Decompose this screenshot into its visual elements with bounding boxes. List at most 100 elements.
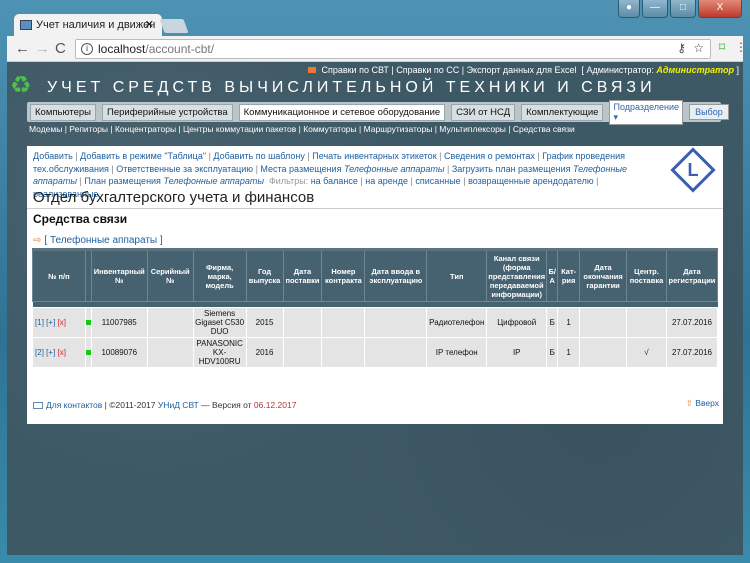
- col-model[interactable]: Фирма, марка, модель: [192, 249, 247, 302]
- col-channel[interactable]: Канал связи (форма представления передав…: [486, 249, 548, 302]
- info-icon[interactable]: i: [81, 43, 93, 55]
- reload-icon[interactable]: C: [55, 40, 66, 57]
- col-registration[interactable]: Дата регистрации: [665, 249, 719, 302]
- version-date: 06.12.2017: [253, 400, 297, 410]
- places-category: Телефонные аппараты: [343, 163, 445, 174]
- contacts-link[interactable]: Для контактов: [46, 400, 102, 410]
- filter-written-off[interactable]: списанные: [415, 176, 460, 186]
- edit-link[interactable]: [1]: [35, 318, 44, 327]
- cell-type: Радиотелефон: [426, 307, 488, 338]
- star-icon[interactable]: ☆: [693, 41, 704, 55]
- submenu-routers[interactable]: Маршрутизаторы: [364, 124, 433, 134]
- submenu-comm-means[interactable]: Средства связи: [513, 124, 575, 134]
- admin-name[interactable]: Администратор: [656, 65, 734, 75]
- minimize-button[interactable]: —: [642, 0, 668, 18]
- places-label: Места размещения: [260, 163, 342, 174]
- department-select-value: Подразделение: [613, 101, 680, 112]
- link-ss-reports[interactable]: Справки по СС: [396, 65, 459, 75]
- submenu-packet-switching[interactable]: Центры коммутации пакетов: [183, 124, 296, 134]
- submenu-repeaters[interactable]: Репиторы: [69, 124, 108, 134]
- department-title: Отдел бухгалтерского учета и финансов: [33, 189, 315, 206]
- upload-plan-label: Загрузить план размещения: [451, 163, 571, 174]
- section-title: Средства связи: [33, 212, 128, 226]
- add-table-link[interactable]: Добавить в режиме "Таблица": [80, 151, 206, 161]
- places-link[interactable]: Места размещения Телефонные аппараты: [260, 164, 444, 174]
- link-svt-reports[interactable]: Справки по СВТ: [321, 65, 388, 75]
- menu-szi[interactable]: СЗИ от НСД: [451, 103, 516, 121]
- new-tab-button[interactable]: [159, 19, 189, 33]
- page: Справки по СВТ | Справки по СС | Экспорт…: [7, 62, 743, 555]
- maximize-button[interactable]: □: [670, 0, 696, 18]
- filters-label: Фильтры:: [268, 176, 309, 186]
- menu-components[interactable]: Комплектующие: [521, 103, 604, 121]
- submenu-modems[interactable]: Модемы: [29, 124, 62, 134]
- delete-link[interactable]: [x]: [58, 348, 66, 357]
- col-warranty[interactable]: Дата окончания гарантии: [579, 249, 628, 302]
- add-link[interactable]: Добавить: [33, 151, 73, 161]
- window-controls: ● — □ X: [618, 0, 742, 18]
- repairs-link[interactable]: Сведения о ремонтах: [444, 151, 535, 161]
- col-type[interactable]: Тип: [426, 249, 488, 302]
- add-template-link[interactable]: Добавить по шаблону: [213, 151, 304, 161]
- col-num[interactable]: № п/п: [32, 249, 86, 302]
- delete-link[interactable]: [x]: [58, 318, 66, 327]
- forward-icon[interactable]: →: [35, 40, 50, 57]
- filter-returned[interactable]: возвращенные арендодателю: [468, 176, 594, 186]
- cell-registration: 27.07.2016: [665, 337, 719, 368]
- col-delivery[interactable]: Дата поставки: [282, 249, 323, 302]
- key-icon[interactable]: ⚷: [677, 41, 686, 55]
- link-excel-export[interactable]: Экспорт данных для Excel: [467, 65, 577, 75]
- browser-tab[interactable]: Учет наличия и движен ✕: [14, 14, 162, 36]
- menu-icon[interactable]: ⋮: [735, 40, 747, 54]
- org-link[interactable]: УНиД СВТ: [158, 400, 199, 410]
- scroll-top-link[interactable]: ⇧ Вверх: [686, 398, 719, 409]
- print-labels-link[interactable]: Печать инвентарных этикеток: [312, 151, 436, 161]
- close-window-button[interactable]: X: [698, 0, 742, 18]
- menu-peripherals[interactable]: Периферийные устройства: [102, 103, 233, 121]
- row-number: 1: [37, 318, 42, 327]
- address-bar[interactable]: i localhost/account-cbt/ ⚷ ☆: [75, 39, 711, 59]
- scroll-top-label: Вверх: [695, 398, 719, 408]
- recycle-logo-icon: ♻: [10, 72, 32, 99]
- menu-computers[interactable]: Компьютеры: [30, 103, 96, 121]
- col-central[interactable]: Центр. поставка: [626, 249, 667, 302]
- group-link[interactable]: ⇨[ Телефонные аппараты ]: [33, 235, 163, 246]
- submenu-multiplexers[interactable]: Мультиплексоры: [439, 124, 506, 134]
- select-button[interactable]: Выбор: [689, 104, 729, 120]
- cell-ba: Б: [546, 307, 559, 338]
- cell-registration: 27.07.2016: [665, 307, 719, 338]
- col-ba[interactable]: Б/А: [546, 249, 559, 302]
- cast-icon[interactable]: ⌑: [719, 40, 725, 54]
- cell-model: Siemens Gigaset C530 DUO: [192, 307, 247, 338]
- edit-link[interactable]: [2]: [35, 348, 44, 357]
- copy-label: +: [48, 318, 54, 327]
- col-serial[interactable]: Серийный №: [146, 249, 194, 302]
- filter-on-balance[interactable]: на балансе: [311, 176, 358, 186]
- cell-delivery: [282, 337, 323, 368]
- equipment-table: № п/п Инвентарный № Серийный № Фирма, ма…: [32, 248, 719, 368]
- submenu-switches[interactable]: Коммутаторы: [303, 124, 356, 134]
- cell-model: PANASONIC KX-HDV100RU: [192, 337, 247, 368]
- user-icon[interactable]: ●: [618, 0, 640, 18]
- col-year[interactable]: Год выпуска: [245, 249, 284, 302]
- submenu-hubs[interactable]: Концентраторы: [115, 124, 176, 134]
- copy-link[interactable]: [+]: [46, 348, 55, 357]
- close-tab-icon[interactable]: ✕: [145, 18, 154, 31]
- plan-link[interactable]: План размещения Телефонные аппараты: [84, 176, 264, 186]
- col-contract[interactable]: Номер контракта: [321, 249, 366, 302]
- menu-network-equipment[interactable]: Коммуникационное и сетевое оборудование: [238, 103, 446, 121]
- responsible-link[interactable]: Ответственные за эксплуатацию: [116, 164, 253, 174]
- cell-delivery: [282, 307, 323, 338]
- cell-warranty: [579, 307, 628, 338]
- mail-icon: [33, 402, 43, 410]
- back-icon[interactable]: ←: [15, 40, 30, 57]
- col-commission[interactable]: Дата ввода в эксплуатацию: [364, 249, 428, 302]
- department-select[interactable]: Подразделение ▾: [609, 99, 684, 125]
- row-number: 2: [37, 348, 42, 357]
- row-actions: [2] [+] [x]: [32, 337, 86, 368]
- top-links: Справки по СВТ | Справки по СС | Экспорт…: [307, 65, 739, 75]
- filter-rented[interactable]: на аренде: [365, 176, 408, 186]
- col-category[interactable]: Кат-рия: [557, 249, 581, 302]
- col-inventory[interactable]: Инвентарный №: [90, 249, 148, 302]
- copy-link[interactable]: [+]: [46, 318, 55, 327]
